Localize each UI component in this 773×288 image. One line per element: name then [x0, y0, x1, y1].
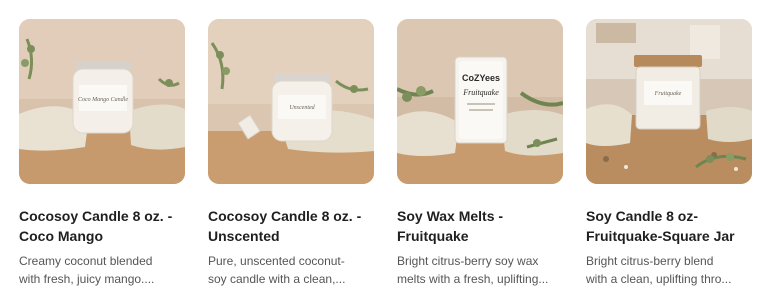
product-title-line: Coco Mango [19, 228, 103, 244]
product-card-coco-mango[interactable]: Coco Mango Candle Cocosoy Candle 8 oz. -… [19, 19, 185, 288]
product-description-line: Bright citrus-berry soy wax [397, 254, 539, 268]
product-description: Bright citrus-berry soy wax melts with a… [397, 252, 563, 288]
product-title-line: Cocosoy Candle 8 oz. - [19, 208, 173, 224]
product-grid: Coco Mango Candle Cocosoy Candle 8 oz. -… [0, 0, 773, 288]
product-image[interactable]: CoZYees Fruitquake [397, 19, 563, 184]
jar-label: Unscented [289, 105, 315, 111]
product-title-line: Soy Candle 8 oz- [586, 208, 699, 224]
product-description: Pure, unscented coconut- soy candle with… [208, 252, 374, 288]
product-title-line: Unscented [208, 228, 280, 244]
product-image[interactable]: Unscented [208, 19, 374, 184]
jar-label: Fruitquake [654, 91, 682, 97]
product-title-line: Fruitquake [397, 228, 469, 244]
brand-label: CoZYees [462, 73, 500, 83]
product-description-line: Bright citrus-berry blend [586, 254, 714, 268]
product-description: Bright citrus-berry blend with a clean, … [586, 252, 752, 288]
product-description-line: with a clean, uplifting thro... [586, 272, 732, 286]
product-description-line: melts with a fresh, uplifting... [397, 272, 549, 286]
product-title[interactable]: Cocosoy Candle 8 oz. - Coco Mango [19, 206, 185, 246]
candle-photo: Coco Mango Candle [19, 19, 185, 184]
product-title[interactable]: Soy Candle 8 oz- Fruitquake-Square Jar [586, 206, 752, 246]
product-card-unscented[interactable]: Unscented Cocosoy Candle 8 oz. - Unscent… [208, 19, 374, 288]
product-image[interactable]: Fruitquake [586, 19, 752, 184]
product-title[interactable]: Soy Wax Melts - Fruitquake [397, 206, 563, 246]
product-description: Creamy coconut blended with fresh, juicy… [19, 252, 185, 288]
product-title[interactable]: Cocosoy Candle 8 oz. - Unscented [208, 206, 374, 246]
candle-photo: Fruitquake [586, 19, 752, 184]
product-card-square-jar-fruitquake[interactable]: Fruitquake Soy Candle 8 oz- Fruitquake-S… [586, 19, 752, 288]
product-title-line: Cocosoy Candle 8 oz. - [208, 208, 362, 224]
product-image[interactable]: Coco Mango Candle [19, 19, 185, 184]
product-description-line: Creamy coconut blended [19, 254, 153, 268]
candle-photo: Unscented [208, 19, 374, 184]
product-description-line: Pure, unscented coconut- [208, 254, 345, 268]
wax-melts-photo: CoZYees Fruitquake [397, 19, 563, 184]
jar-label: Coco Mango Candle [78, 97, 128, 103]
product-title-line: Soy Wax Melts - [397, 208, 504, 224]
product-title-line: Fruitquake-Square Jar [586, 228, 735, 244]
product-card-wax-melts-fruitquake[interactable]: CoZYees Fruitquake Soy Wax Melts - Fruit… [397, 19, 563, 288]
product-description-line: soy candle with a clean,... [208, 272, 346, 286]
product-description-line: with fresh, juicy mango.... [19, 272, 155, 286]
jar-label: Fruitquake [462, 88, 499, 97]
